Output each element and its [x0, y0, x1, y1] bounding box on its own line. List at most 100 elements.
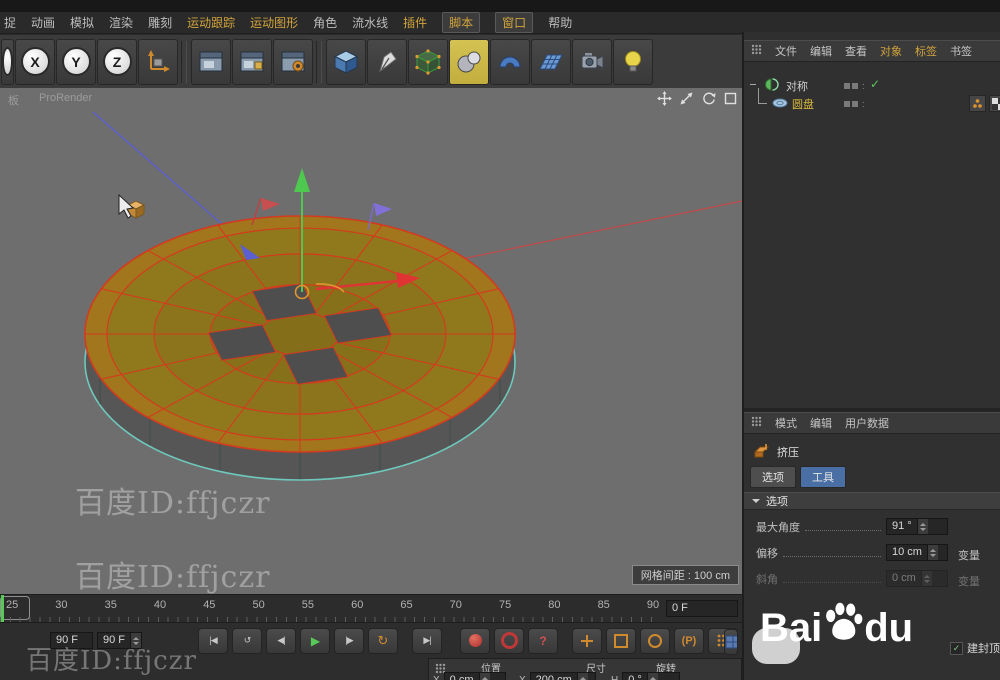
- coordinate-system-button[interactable]: [138, 38, 178, 85]
- enabled-check-icon[interactable]: ✓: [870, 77, 880, 91]
- timeline-tick: 65: [400, 599, 413, 611]
- menu-item-snap[interactable]: 捉: [4, 14, 16, 31]
- zoom-icon[interactable]: [679, 91, 694, 106]
- deformer-button[interactable]: [490, 38, 530, 85]
- goto-end-button[interactable]: ▶|: [412, 627, 442, 654]
- pan-icon[interactable]: [657, 91, 672, 106]
- om-menu-view[interactable]: 查看: [845, 43, 867, 59]
- object-name[interactable]: 圆盘: [792, 96, 814, 112]
- menu-item-motion-tracker[interactable]: 运动跟踪: [187, 14, 235, 31]
- record-parameter-button[interactable]: (P): [674, 627, 704, 654]
- menu-item-script[interactable]: 脚本: [442, 12, 481, 33]
- texture-tag-icon[interactable]: [989, 95, 1000, 112]
- record-keyframe-button[interactable]: [460, 627, 490, 654]
- end-frame-field[interactable]: 90 F: [50, 632, 93, 649]
- lock-y-axis-button[interactable]: Y: [56, 38, 96, 85]
- am-menu-mode[interactable]: 模式: [775, 415, 797, 431]
- partial-blue-button[interactable]: [724, 629, 738, 655]
- goto-start-button[interactable]: |◀: [198, 627, 228, 654]
- edit-mesh-cube-button[interactable]: [408, 38, 448, 85]
- bottom-bar: 位置 尺寸 旋转 X 0 cm X 200 cm H 0 °: [0, 658, 742, 680]
- active-tool-row: 挤压: [752, 442, 799, 461]
- tab-tool[interactable]: 工具: [800, 466, 846, 488]
- polygon-selection-tag-icon[interactable]: [969, 95, 986, 112]
- render-settings-icon: [281, 51, 305, 71]
- pen-spline-button[interactable]: [367, 38, 407, 85]
- viewport-menu-prorender[interactable]: ProRender: [39, 92, 92, 108]
- keyframe-selection-button[interactable]: ?: [528, 627, 558, 654]
- loop-button[interactable]: ↻: [368, 627, 398, 654]
- object-row-disc[interactable]: 圆盘 :: [744, 94, 1000, 112]
- menu-item-window[interactable]: 窗口: [495, 12, 534, 33]
- viewport[interactable]: 板 ProRender 网格间距 : 100 cm: [0, 88, 742, 594]
- tab-options[interactable]: 选项: [750, 466, 796, 488]
- y-axis-icon: Y: [61, 47, 91, 76]
- extrude-tool-icon: [752, 442, 770, 461]
- am-menu-edit[interactable]: 编辑: [810, 415, 832, 431]
- visibility-dots[interactable]: :: [844, 99, 865, 109]
- record-position-button[interactable]: [572, 627, 602, 654]
- object-row-symmetry[interactable]: 对称 : ✓: [744, 76, 1000, 94]
- spheres-icon: [457, 51, 481, 73]
- lock-x-axis-button[interactable]: X: [15, 38, 55, 85]
- light-button[interactable]: [613, 38, 653, 85]
- menu-item-pipeline[interactable]: 流水线: [352, 14, 388, 31]
- size-x-field[interactable]: X 200 cm: [519, 672, 596, 680]
- attribute-manager-menubar: 模式 编辑 用户数据: [744, 412, 1000, 434]
- current-frame-field[interactable]: 0 F: [666, 598, 738, 617]
- main-menubar: 捉 动画 模拟 渲染 雕刻 运动跟踪 运动图形 角色 流水线 插件 脚本 窗口 …: [0, 12, 1000, 34]
- timeline-ticks: 25 30 35 40 45 50 55 60 65 70 75 80 85 9…: [6, 599, 696, 611]
- timeline-ruler[interactable]: 25 30 35 40 45 50 55 60 65 70 75 80 85 9…: [0, 594, 742, 622]
- menu-item-render[interactable]: 渲染: [109, 14, 133, 31]
- array-grid-button[interactable]: [531, 38, 571, 85]
- step-backward-button[interactable]: ◀|: [266, 627, 296, 654]
- play-forward-button[interactable]: ▶: [300, 627, 330, 654]
- step-forward-button[interactable]: |▶: [334, 627, 364, 654]
- om-menu-objects[interactable]: 对象: [880, 43, 902, 59]
- create-caps-checkbox[interactable]: ✓: [950, 641, 963, 655]
- viewport-menu-panel[interactable]: 板: [8, 92, 19, 108]
- menu-item-help[interactable]: 帮助: [548, 14, 572, 31]
- om-menu-file[interactable]: 文件: [775, 43, 797, 59]
- toolbar-partial-icon[interactable]: [1, 38, 14, 85]
- om-menu-tags[interactable]: 标签: [915, 43, 937, 59]
- om-menu-edit[interactable]: 编辑: [810, 43, 832, 59]
- camera-button[interactable]: [572, 38, 612, 85]
- add-cube-primitive-button[interactable]: [326, 38, 366, 85]
- modeling-tool-active-button[interactable]: [449, 38, 489, 85]
- position-x-field[interactable]: X 0 cm: [433, 672, 506, 680]
- render-to-picture-viewer-button[interactable]: [232, 38, 272, 85]
- create-caps-row[interactable]: ✓ 建封顶: [950, 640, 1000, 656]
- offset-field[interactable]: 10 cm: [886, 544, 948, 561]
- rotate-icon[interactable]: [701, 91, 716, 106]
- record-scale-button[interactable]: [606, 627, 636, 654]
- maximize-icon[interactable]: [723, 91, 738, 106]
- green-mesh-cube-icon: [415, 49, 441, 75]
- menu-item-plugins[interactable]: 插件: [403, 14, 427, 31]
- rotation-h-field[interactable]: H 0 °: [611, 672, 681, 680]
- menu-item-sculpt[interactable]: 雕刻: [148, 14, 172, 31]
- am-menu-userdata[interactable]: 用户数据: [845, 415, 889, 431]
- om-grid-icon[interactable]: [751, 44, 762, 58]
- end-frame-field-2[interactable]: 90 F: [96, 632, 142, 649]
- edit-render-settings-button[interactable]: [273, 38, 313, 85]
- am-grid-icon[interactable]: [751, 416, 762, 430]
- menu-item-mograph[interactable]: 运动图形: [250, 14, 298, 31]
- menu-item-character[interactable]: 角色: [313, 14, 337, 31]
- current-frame-value[interactable]: 0 F: [667, 601, 693, 616]
- menu-item-animation[interactable]: 动画: [31, 14, 55, 31]
- record-rotation-button[interactable]: [640, 627, 670, 654]
- om-menu-bookmarks[interactable]: 书签: [950, 43, 972, 59]
- tree-expander[interactable]: [750, 84, 756, 85]
- menu-item-simulate[interactable]: 模拟: [70, 14, 94, 31]
- lock-z-axis-button[interactable]: Z: [97, 38, 137, 85]
- options-section-header[interactable]: 选项: [744, 492, 1000, 510]
- timeline-tick: 75: [498, 599, 512, 611]
- max-angle-field[interactable]: 91 °: [886, 518, 948, 535]
- object-name[interactable]: 对称: [786, 78, 808, 94]
- bevel-field[interactable]: 0 cm: [886, 570, 948, 587]
- visibility-dots[interactable]: :: [844, 81, 865, 91]
- autokeying-button[interactable]: [494, 627, 524, 654]
- render-view-button[interactable]: [191, 38, 231, 85]
- play-backward-button[interactable]: ↺: [232, 627, 262, 654]
